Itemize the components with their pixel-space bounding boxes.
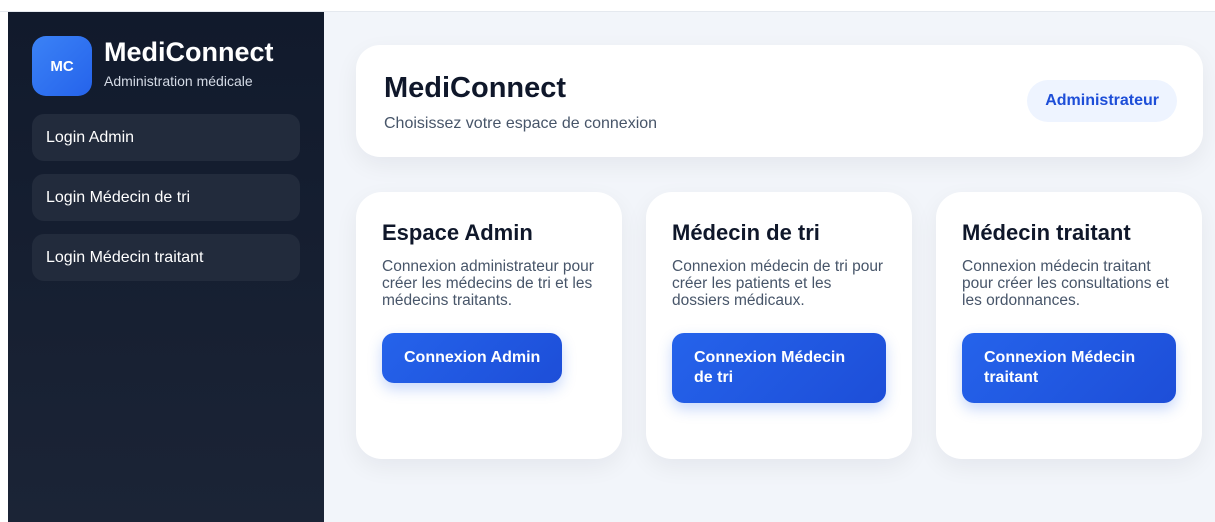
brand: MC MediConnect Administration médicale [32,36,300,96]
header-card: MediConnect Choisissez votre espace de c… [356,45,1203,157]
card-title: Médecin de tri [672,220,820,245]
brand-title: MediConnect [104,37,274,67]
card-medecin-traitant: Médecin traitant Connexion médecin trait… [936,192,1202,459]
sidebar-nav: Login Admin Login Médecin de tri Login M… [32,114,300,281]
sidebar-item-login-medecin-tri[interactable]: Login Médecin de tri [32,174,300,221]
app-shell: MC MediConnect Administration médicale L… [8,12,1215,522]
sidebar-item-login-medecin-traitant[interactable]: Login Médecin traitant [32,234,300,281]
top-border [0,0,1215,12]
card-title: Espace Admin [382,220,533,245]
brand-subtitle: Administration médicale [104,73,253,89]
card-title: Médecin traitant [962,220,1131,245]
connexion-medecin-tri-button[interactable]: Connexion Médecin de tri [672,333,886,403]
card-description: Connexion médecin de tri pour créer les … [672,258,884,309]
connexion-admin-button[interactable]: Connexion Admin [382,333,563,383]
role-badge: Administrateur [1027,80,1177,122]
brand-logo: MC [32,36,92,96]
connexion-medecin-traitant-button[interactable]: Connexion Médecin traitant [962,333,1176,403]
brand-text: MediConnect Administration médicale [104,36,274,90]
login-cards: Espace Admin Connexion administrateur po… [356,192,1203,459]
main-content: MediConnect Choisissez votre espace de c… [324,12,1215,522]
card-description: Connexion médecin traitant pour créer le… [962,258,1169,309]
sidebar: MC MediConnect Administration médicale L… [8,12,324,522]
card-medecin-tri: Médecin de tri Connexion médecin de tri … [646,192,912,459]
card-espace-admin: Espace Admin Connexion administrateur po… [356,192,622,459]
card-description: Connexion administrateur pour créer les … [382,258,594,309]
sidebar-item-login-admin[interactable]: Login Admin [32,114,300,161]
